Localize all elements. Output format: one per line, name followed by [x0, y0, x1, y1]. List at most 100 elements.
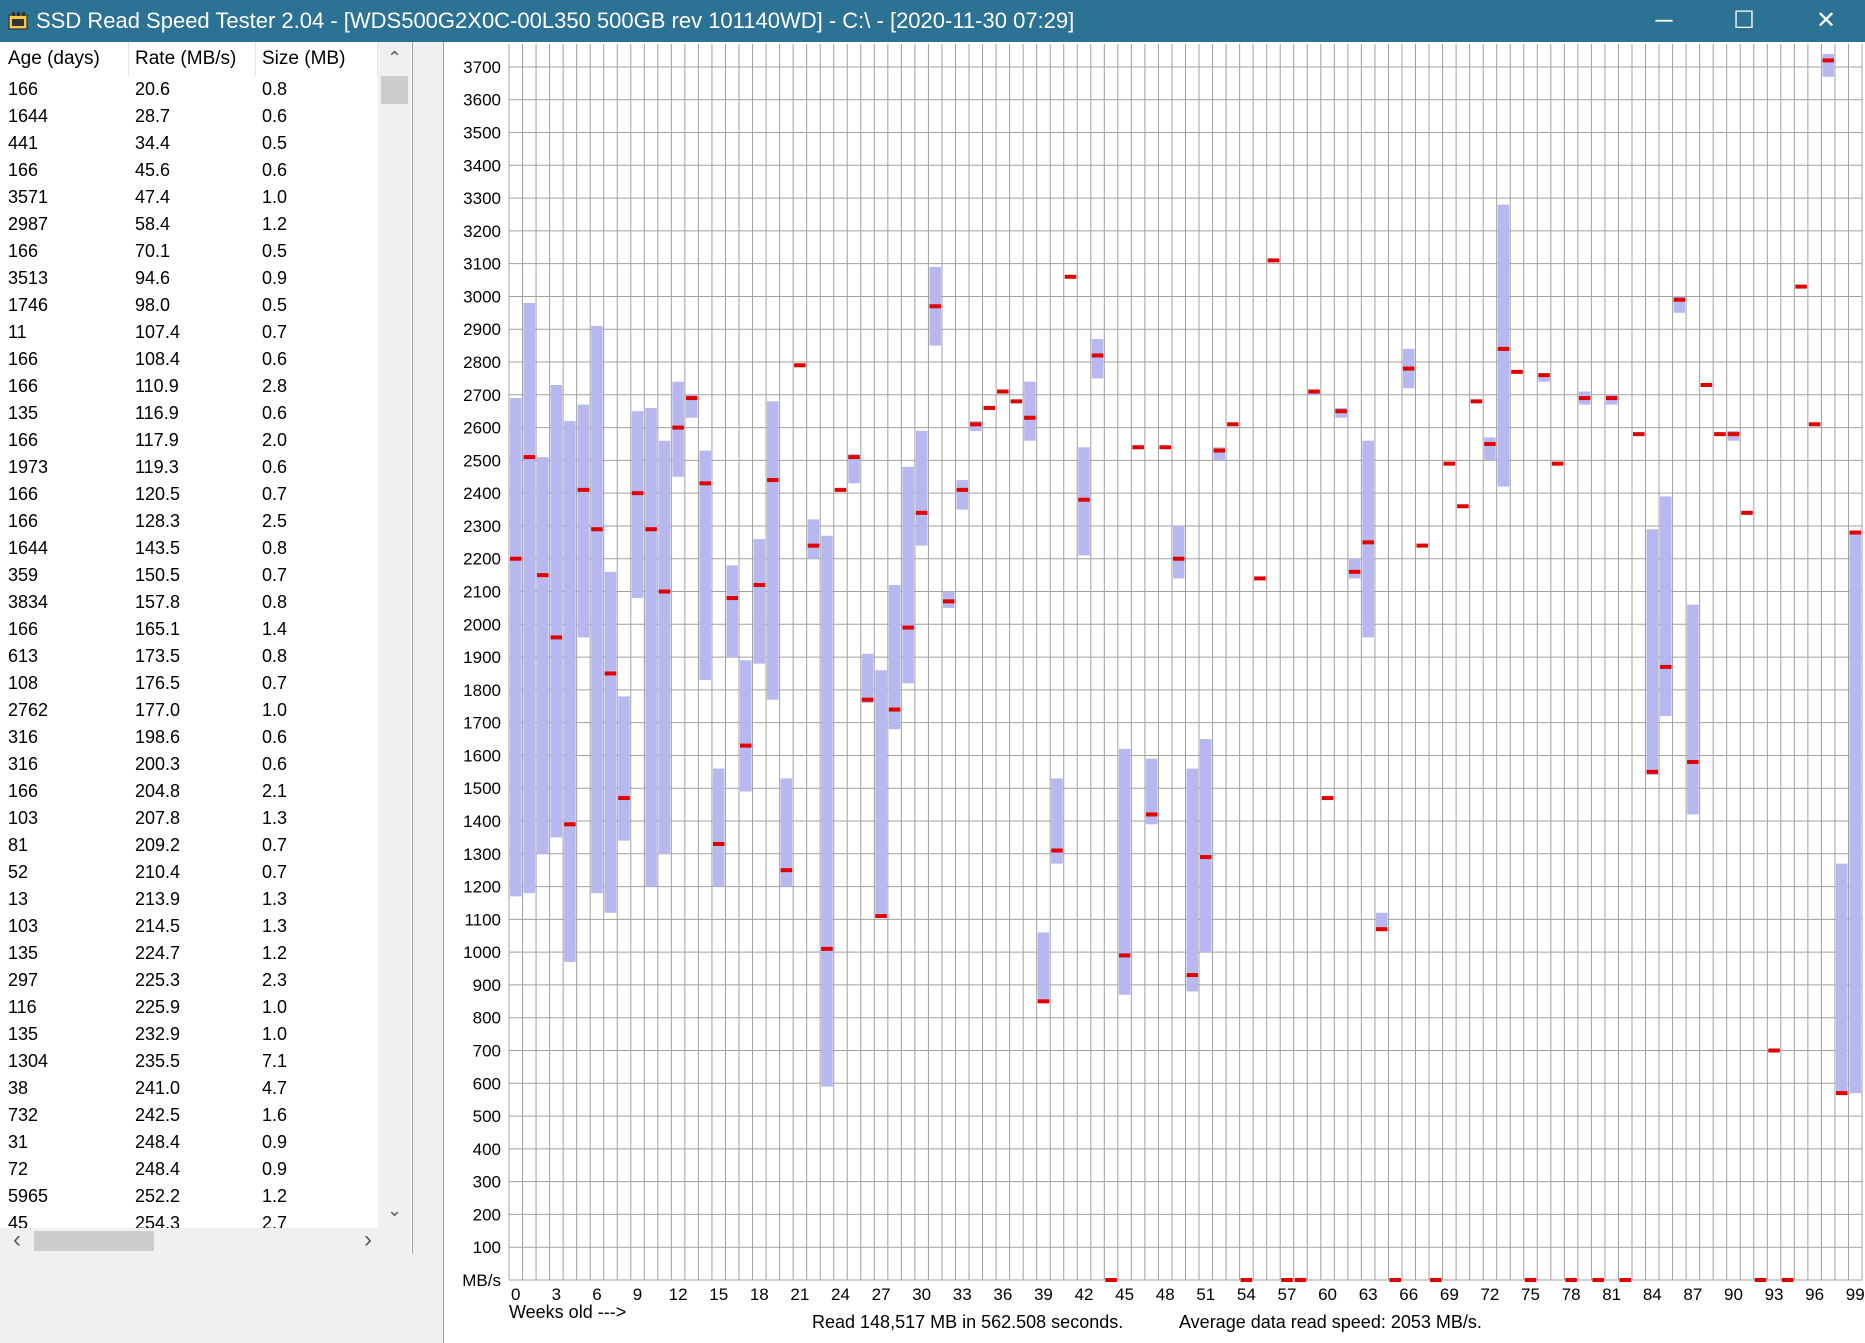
table-row[interactable]: 166 120.5 0.7 — [0, 481, 378, 508]
table-row[interactable]: 316 198.6 0.6 — [0, 724, 378, 751]
table-row[interactable]: 135 232.9 1.0 — [0, 1021, 378, 1048]
size-cell: 7.1 — [262, 1051, 288, 1071]
table-row[interactable]: 1644 143.5 0.8 — [0, 535, 378, 562]
table-row[interactable]: 1973 119.3 0.6 — [0, 454, 378, 481]
table-row[interactable]: 108 176.5 0.7 — [0, 670, 378, 697]
vertical-scrollbar[interactable]: ⌃ ⌄ — [378, 42, 411, 1228]
column-header-size[interactable]: Size (MB) — [262, 47, 345, 71]
table-row[interactable]: 297 225.3 2.3 — [0, 967, 378, 994]
size-cell: 0.6 — [262, 727, 288, 747]
age-cell: 135 — [8, 403, 39, 423]
table-row[interactable]: 11 107.4 0.7 — [0, 319, 378, 346]
average-mark — [740, 743, 752, 748]
average-mark — [1105, 1278, 1117, 1282]
scroll-up-icon[interactable]: ⌃ — [378, 44, 411, 72]
table-row[interactable]: 72 248.4 0.9 — [0, 1156, 378, 1183]
table-row[interactable]: 732 242.5 1.6 — [0, 1102, 378, 1129]
table-row[interactable]: 103 207.8 1.3 — [0, 805, 378, 832]
age-cell: 3513 — [8, 268, 49, 288]
table-row[interactable]: 1746 98.0 0.5 — [0, 292, 378, 319]
size-cell: 0.7 — [262, 862, 288, 882]
table-row[interactable]: 166 117.9 2.0 — [0, 427, 378, 454]
average-mark — [915, 510, 928, 515]
horizontal-scrollbar[interactable]: ‹ › — [0, 1228, 411, 1254]
x-tick-label: 9 — [633, 1285, 642, 1304]
app-icon — [8, 12, 28, 30]
table-row[interactable]: 13 213.9 1.3 — [0, 886, 378, 913]
age-cell: 1644 — [8, 106, 49, 126]
average-mark — [1849, 530, 1861, 535]
horizontal-scroll-thumb[interactable] — [34, 1231, 154, 1251]
table-row[interactable]: 103 214.5 1.3 — [0, 913, 378, 940]
file-list[interactable]: 166 20.6 0.8 1644 28.7 0.6 441 34.4 0.5 166 45.6 0.… — [0, 76, 378, 1258]
average-mark — [1362, 540, 1374, 545]
average-mark — [1091, 353, 1104, 358]
x-tick-label: 66 — [1399, 1285, 1418, 1304]
age-cell: 103 — [8, 916, 39, 936]
table-row[interactable]: 166 165.1 1.4 — [0, 616, 378, 643]
x-tick-label: 30 — [912, 1285, 931, 1304]
table-row[interactable]: 2987 58.4 1.2 — [0, 211, 378, 238]
x-tick-label: 18 — [750, 1285, 769, 1304]
table-row[interactable]: 2762 177.0 1.0 — [0, 697, 378, 724]
maximize-button[interactable]: ☐ — [1708, 0, 1780, 42]
column-header-age[interactable]: Age (days) — [8, 47, 100, 71]
table-row[interactable]: 359 150.5 0.7 — [0, 562, 378, 589]
y-tick-label: 100 — [473, 1238, 501, 1257]
table-row[interactable]: 166 20.6 0.8 — [0, 76, 378, 103]
table-row[interactable]: 166 70.1 0.5 — [0, 238, 378, 265]
column-header-rate[interactable]: Rate (MB/s) — [135, 47, 236, 71]
size-cell: 2.1 — [262, 781, 288, 801]
size-cell: 0.7 — [262, 322, 288, 342]
x-tick-label: 45 — [1115, 1285, 1134, 1304]
range-bar — [1835, 863, 1848, 1094]
x-tick-label: 15 — [709, 1285, 728, 1304]
window-title: SSD Read Speed Tester 2.04 - [WDS500G2X0… — [36, 8, 1075, 33]
y-axis-unit-label: MB/s — [462, 1271, 501, 1290]
table-row[interactable]: 316 200.3 0.6 — [0, 751, 378, 778]
table-row[interactable]: 52 210.4 0.7 — [0, 859, 378, 886]
average-mark — [1430, 1278, 1442, 1282]
size-cell: 0.6 — [262, 403, 288, 423]
y-tick-label: 2300 — [463, 517, 501, 536]
average-mark — [1064, 274, 1077, 279]
age-cell: 1973 — [8, 457, 49, 477]
table-row[interactable]: 166 128.3 2.5 — [0, 508, 378, 535]
table-row[interactable]: 3571 47.4 1.0 — [0, 184, 378, 211]
minimize-button[interactable]: ─ — [1628, 0, 1700, 42]
column-divider[interactable] — [255, 42, 256, 76]
average-mark — [1687, 759, 1699, 764]
rate-cell: 47.4 — [135, 187, 171, 207]
table-row[interactable]: 3513 94.6 0.9 — [0, 265, 378, 292]
age-cell: 81 — [8, 835, 29, 855]
average-mark — [699, 481, 711, 486]
close-button[interactable]: ✕ — [1790, 0, 1862, 42]
table-row[interactable]: 116 225.9 1.0 — [0, 994, 378, 1021]
table-row[interactable]: 3834 157.8 0.8 — [0, 589, 378, 616]
y-tick-label: 500 — [473, 1107, 501, 1126]
table-row[interactable]: 166 110.9 2.8 — [0, 373, 378, 400]
age-cell: 31 — [8, 1132, 29, 1152]
range-bar — [753, 539, 766, 664]
table-row[interactable]: 166 204.8 2.1 — [0, 778, 378, 805]
table-row[interactable]: 1644 28.7 0.6 — [0, 103, 378, 130]
table-row[interactable]: 135 224.7 1.2 — [0, 940, 378, 967]
table-row[interactable]: 1304 235.5 7.1 — [0, 1048, 378, 1075]
table-row[interactable]: 5965 252.2 1.2 — [0, 1183, 378, 1210]
table-row[interactable]: 166 108.4 0.6 — [0, 346, 378, 373]
table-row[interactable]: 441 34.4 0.5 — [0, 130, 378, 157]
table-row[interactable]: 38 241.0 4.7 — [0, 1075, 378, 1102]
table-row[interactable]: 31 248.4 0.9 — [0, 1129, 378, 1156]
average-mark — [1321, 796, 1334, 801]
scroll-down-icon[interactable]: ⌄ — [378, 1196, 411, 1224]
table-row[interactable]: 135 116.9 0.6 — [0, 400, 378, 427]
age-cell: 166 — [8, 376, 39, 396]
table-row[interactable]: 81 209.2 0.7 — [0, 832, 378, 859]
vertical-scroll-thumb[interactable] — [381, 76, 408, 104]
table-row[interactable]: 613 173.5 0.8 — [0, 643, 378, 670]
scroll-left-icon[interactable]: ‹ — [4, 1228, 30, 1254]
scroll-right-icon[interactable]: › — [355, 1228, 381, 1254]
column-divider[interactable] — [128, 42, 129, 76]
table-row[interactable]: 166 45.6 0.6 — [0, 157, 378, 184]
range-bar — [1497, 204, 1510, 487]
